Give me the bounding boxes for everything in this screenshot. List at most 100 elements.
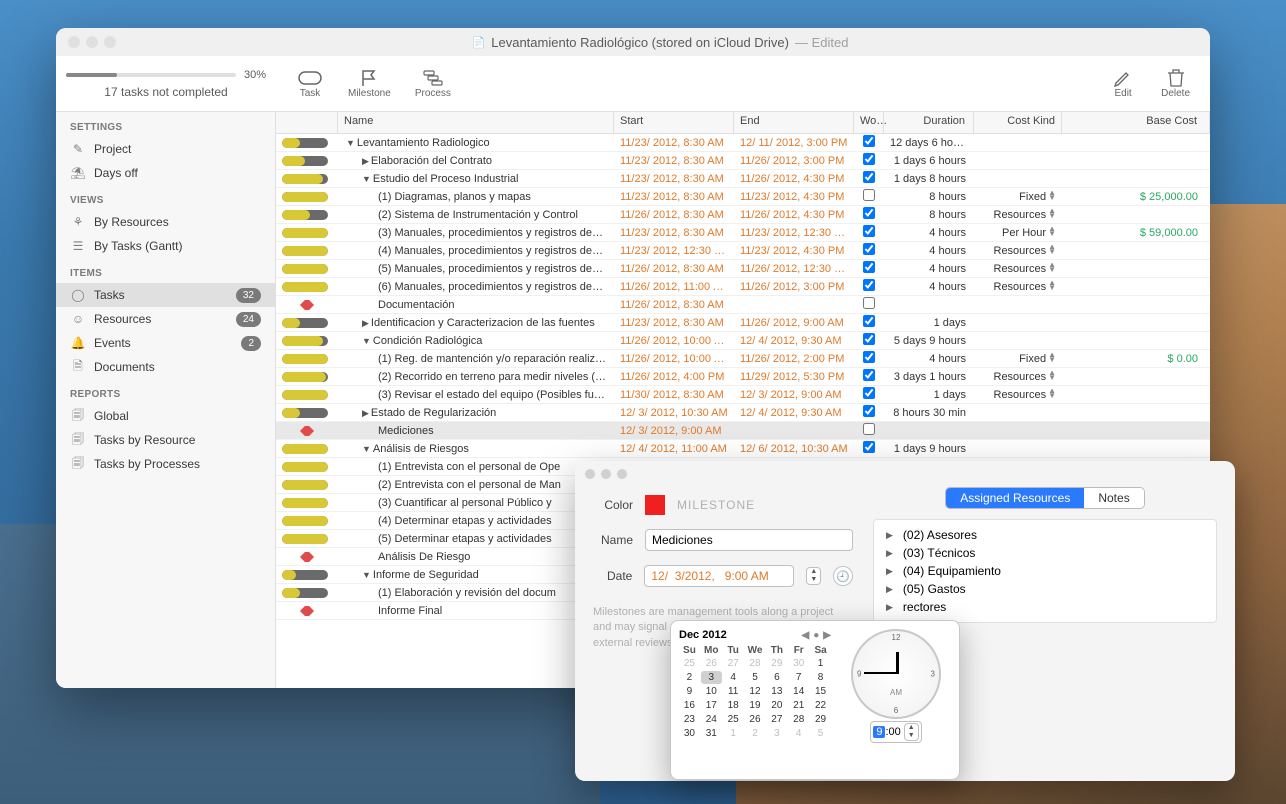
header-basecost[interactable]: Base Cost bbox=[1062, 112, 1210, 133]
sidebar-item-tbp[interactable]: 🗐Tasks by Processes bbox=[56, 452, 275, 476]
prev-month-button[interactable]: ◀ bbox=[802, 630, 810, 641]
workdays-checkbox[interactable] bbox=[863, 315, 875, 327]
header-end[interactable]: End bbox=[734, 112, 854, 133]
calendar-day[interactable]: 16 bbox=[679, 699, 700, 712]
calendar-day[interactable]: 8 bbox=[810, 671, 831, 684]
workdays-checkbox[interactable] bbox=[863, 297, 875, 309]
workdays-checkbox[interactable] bbox=[863, 387, 875, 399]
table-row[interactable]: ▼Análisis de Riesgos12/ 4/ 2012, 11:00 A… bbox=[276, 440, 1210, 458]
calendar-day[interactable]: 4 bbox=[723, 671, 744, 684]
table-row[interactable]: (6) Manuales, procedimientos y registros… bbox=[276, 278, 1210, 296]
row-costkind[interactable]: Resources▲▼ bbox=[974, 209, 1062, 221]
disclosure-triangle-icon[interactable]: ▼ bbox=[362, 444, 371, 454]
workdays-checkbox[interactable] bbox=[863, 423, 875, 435]
table-row[interactable]: Mediciones12/ 3/ 2012, 9:00 AM bbox=[276, 422, 1210, 440]
zoom-dot[interactable] bbox=[104, 36, 116, 48]
calendar-day[interactable]: 23 bbox=[679, 713, 700, 726]
row-costkind[interactable]: Fixed▲▼ bbox=[974, 191, 1062, 203]
process-button[interactable]: Process bbox=[415, 68, 451, 99]
calendar-day[interactable]: 27 bbox=[766, 713, 787, 726]
costkind-stepper-icon[interactable]: ▲▼ bbox=[1048, 353, 1056, 363]
calendar-day[interactable]: 13 bbox=[766, 685, 787, 698]
calendar-day[interactable]: 31 bbox=[701, 727, 722, 740]
calendar-day[interactable]: 3 bbox=[766, 727, 787, 740]
sidebar-item-documents[interactable]: 🗎Documents bbox=[56, 355, 275, 379]
table-row[interactable]: ▼Estudio del Proceso Industrial11/23/ 20… bbox=[276, 170, 1210, 188]
table-row[interactable]: ▼Condición Radiológica11/26/ 2012, 10:00… bbox=[276, 332, 1210, 350]
row-costkind[interactable]: Resources▲▼ bbox=[974, 281, 1062, 293]
calendar-day[interactable]: 6 bbox=[766, 671, 787, 684]
calendar-day[interactable]: 19 bbox=[745, 699, 766, 712]
row-costkind[interactable]: Fixed▲▼ bbox=[974, 353, 1062, 365]
table-row[interactable]: (1) Diagramas, planos y mapas11/23/ 2012… bbox=[276, 188, 1210, 206]
workdays-checkbox[interactable] bbox=[863, 207, 875, 219]
workdays-checkbox[interactable] bbox=[863, 153, 875, 165]
table-row[interactable]: (1) Reg. de mantención y/o reparación re… bbox=[276, 350, 1210, 368]
calendar-day[interactable]: 25 bbox=[679, 657, 700, 670]
header-wo[interactable]: Wo… bbox=[854, 112, 884, 133]
disclosure-triangle-icon[interactable]: ▶ bbox=[886, 548, 893, 559]
next-month-button[interactable]: ▶ bbox=[823, 630, 831, 641]
calendar-day[interactable]: 18 bbox=[723, 699, 744, 712]
today-button[interactable]: ● bbox=[813, 630, 819, 641]
resource-item[interactable]: ▶(05) Gastos bbox=[880, 580, 1210, 598]
calendar-day[interactable]: 29 bbox=[810, 713, 831, 726]
sidebar-item-resources[interactable]: ☺Resources24 bbox=[56, 307, 275, 331]
workdays-checkbox[interactable] bbox=[863, 369, 875, 381]
sidebar-item-global[interactable]: 🗐Global bbox=[56, 404, 275, 428]
sidebar-item-tbr[interactable]: 🗐Tasks by Resource bbox=[56, 428, 275, 452]
milestone-button[interactable]: Milestone bbox=[348, 68, 391, 99]
table-row[interactable]: (2) Sistema de Instrumentación y Control… bbox=[276, 206, 1210, 224]
calendar-day[interactable]: 26 bbox=[701, 657, 722, 670]
costkind-stepper-icon[interactable]: ▲▼ bbox=[1048, 209, 1056, 219]
sidebar-item-events[interactable]: 🔔Events2 bbox=[56, 331, 275, 355]
time-input[interactable]: 9:00 ▲▼ bbox=[870, 721, 921, 743]
row-costkind[interactable]: Resources▲▼ bbox=[974, 389, 1062, 401]
calendar-day[interactable]: 17 bbox=[701, 699, 722, 712]
costkind-stepper-icon[interactable]: ▲▼ bbox=[1048, 281, 1056, 291]
workdays-checkbox[interactable] bbox=[863, 135, 875, 147]
table-row[interactable]: ▶Identificacion y Caracterizacion de las… bbox=[276, 314, 1210, 332]
row-costkind[interactable]: Resources▲▼ bbox=[974, 245, 1062, 257]
calendar-day[interactable]: 7 bbox=[788, 671, 809, 684]
workdays-checkbox[interactable] bbox=[863, 441, 875, 453]
table-row[interactable]: (5) Manuales, procedimientos y registros… bbox=[276, 260, 1210, 278]
disclosure-triangle-icon[interactable]: ▼ bbox=[362, 336, 371, 346]
calendar-day[interactable]: 1 bbox=[723, 727, 744, 740]
table-row[interactable]: (3) Manuales, procedimientos y registros… bbox=[276, 224, 1210, 242]
resource-item[interactable]: ▶(03) Técnicos bbox=[880, 544, 1210, 562]
sidebar-item-project[interactable]: ✎Project bbox=[56, 137, 275, 161]
calendar-day[interactable]: 10 bbox=[701, 685, 722, 698]
calendar-day[interactable]: 22 bbox=[810, 699, 831, 712]
calendar-day[interactable]: 2 bbox=[679, 671, 700, 684]
calendar-day[interactable]: 14 bbox=[788, 685, 809, 698]
calendar-day[interactable]: 15 bbox=[810, 685, 831, 698]
calendar-day[interactable]: 24 bbox=[701, 713, 722, 726]
workdays-checkbox[interactable] bbox=[863, 261, 875, 273]
calendar-day[interactable]: 26 bbox=[745, 713, 766, 726]
name-input[interactable] bbox=[645, 529, 853, 551]
table-row[interactable]: (4) Manuales, procedimientos y registros… bbox=[276, 242, 1210, 260]
calendar-day[interactable]: 2 bbox=[745, 727, 766, 740]
table-row[interactable]: ▶Estado de Regularización12/ 3/ 2012, 10… bbox=[276, 404, 1210, 422]
table-row[interactable]: ▼Levantamiento Radiologico11/23/ 2012, 8… bbox=[276, 134, 1210, 152]
calendar-day[interactable]: 27 bbox=[723, 657, 744, 670]
calendar-day[interactable]: 4 bbox=[788, 727, 809, 740]
disclosure-triangle-icon[interactable]: ▼ bbox=[362, 570, 371, 580]
workdays-checkbox[interactable] bbox=[863, 333, 875, 345]
row-costkind[interactable]: Per Hour▲▼ bbox=[974, 227, 1062, 239]
popover-close-dot[interactable] bbox=[585, 469, 595, 479]
minimize-dot[interactable] bbox=[86, 36, 98, 48]
calendar-day[interactable]: 28 bbox=[788, 713, 809, 726]
resource-item[interactable]: ▶rectores bbox=[880, 598, 1210, 616]
calendar-day[interactable]: 30 bbox=[679, 727, 700, 740]
popover-min-dot[interactable] bbox=[601, 469, 611, 479]
workdays-checkbox[interactable] bbox=[863, 351, 875, 363]
calendar-day[interactable]: 25 bbox=[723, 713, 744, 726]
date-input[interactable] bbox=[644, 565, 794, 587]
disclosure-triangle-icon[interactable]: ▼ bbox=[346, 138, 355, 148]
disclosure-triangle-icon[interactable]: ▶ bbox=[886, 566, 893, 577]
calendar-day[interactable]: 1 bbox=[810, 657, 831, 670]
close-dot[interactable] bbox=[68, 36, 80, 48]
delete-button[interactable]: Delete bbox=[1161, 68, 1190, 99]
